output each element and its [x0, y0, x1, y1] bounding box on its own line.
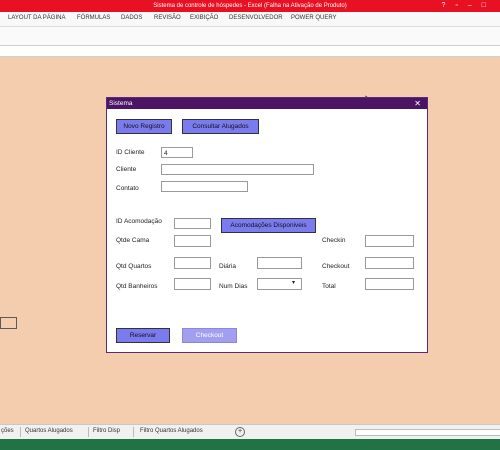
total-field[interactable]	[365, 278, 414, 290]
sheet-tabs-bar: ções Quartos Alugados Filtro Disp Filtro…	[0, 424, 500, 439]
ribbon-tabs: LAYOUT DA PÁGINA FÓRMULAS DADOS REVISÃO …	[0, 12, 500, 27]
help-icon[interactable]: ?	[441, 2, 455, 9]
sheet-tab-quartos-alugados[interactable]: Quartos Alugados	[25, 428, 73, 434]
diaria-field[interactable]	[257, 257, 302, 269]
num-dias-select[interactable]	[257, 278, 302, 290]
qtd-banheiros-label: Qtd Banheiros	[116, 283, 158, 290]
num-dias-label: Num Dias	[219, 283, 248, 290]
sheet-tab-divider	[20, 427, 21, 437]
sheet-tab-filtro-disp[interactable]: Filtro Disp	[93, 428, 120, 434]
selected-cell[interactable]	[0, 317, 17, 329]
qtde-cama-field[interactable]	[174, 235, 211, 247]
userform-dialog: Sistema ✕ Novo Registro Consultar Alugad…	[106, 97, 428, 353]
chevron-down-icon[interactable]: ▾	[292, 279, 295, 286]
tab-exibicao[interactable]: EXIBIÇÃO	[190, 15, 218, 21]
close-icon[interactable]: ✕	[414, 98, 421, 109]
window-controls[interactable]: ?▫–□	[441, 0, 496, 12]
tab-layout-da-pagina[interactable]: LAYOUT DA PÁGINA	[8, 15, 65, 21]
sheet-tab-divider	[133, 427, 134, 437]
cliente-field[interactable]	[161, 164, 314, 175]
window-titlebar: Sistema de controle de hóspedes - Excel …	[0, 0, 500, 12]
id-acomodacao-field[interactable]	[174, 218, 211, 229]
id-cliente-field[interactable]: 4	[161, 147, 193, 158]
maximize-icon[interactable]: □	[482, 2, 496, 9]
formula-bar[interactable]	[0, 46, 500, 57]
tab-dados[interactable]: DADOS	[121, 15, 142, 21]
acomodacoes-disponiveis-button[interactable]: Acomodações Disponiveis	[221, 218, 316, 233]
checkout-field[interactable]	[365, 257, 414, 269]
sheet-tab-locacoes[interactable]: ções	[1, 428, 14, 434]
checkout-label: Checkout	[322, 263, 350, 270]
restore-icon[interactable]: ▫	[455, 2, 467, 9]
minimize-icon[interactable]: –	[468, 2, 482, 9]
dialog-titlebar: Sistema ✕	[107, 98, 427, 109]
qtd-quartos-label: Qtd Quartos	[116, 263, 152, 270]
checkin-label: Checkin	[322, 237, 346, 244]
horizontal-scrollbar[interactable]	[355, 429, 500, 436]
reservar-button[interactable]: Reservar	[116, 328, 170, 343]
cliente-label: Cliente	[116, 166, 137, 173]
qtd-quartos-field[interactable]	[174, 257, 211, 269]
id-acomodacao-label: ID Acomodação	[116, 218, 162, 225]
tab-desenvolvedor[interactable]: DESENVOLVEDOR	[229, 15, 283, 21]
window-title: Sistema de controle de hóspedes - Excel …	[153, 3, 347, 9]
contato-label: Contato	[116, 185, 139, 192]
status-bar	[0, 439, 500, 450]
sheet-tab-filtro-quartos-alugados[interactable]: Filtro Quartos Alugados	[140, 428, 203, 434]
total-label: Total	[322, 283, 336, 290]
id-cliente-label: ID Cliente	[116, 149, 145, 156]
qtd-banheiros-field[interactable]	[174, 278, 211, 290]
dialog-title: Sistema	[109, 100, 133, 107]
ribbon-body	[0, 27, 500, 46]
tab-power-query[interactable]: POWER QUERY	[291, 15, 337, 21]
qtde-cama-label: Qtde Cama	[116, 237, 150, 244]
tab-revisao[interactable]: REVISÃO	[154, 15, 181, 21]
contato-field[interactable]	[161, 181, 248, 192]
checkin-field[interactable]	[365, 235, 414, 247]
checkout-button[interactable]: Checkout	[182, 328, 237, 343]
novo-registro-button[interactable]: Novo Registro	[116, 119, 172, 134]
tab-formulas[interactable]: FÓRMULAS	[77, 15, 110, 21]
sheet-tab-divider	[88, 427, 89, 437]
diaria-label: Diária	[219, 263, 236, 270]
add-sheet-icon[interactable]: +	[235, 427, 245, 437]
consultar-alugados-button[interactable]: Consultar Alugados	[182, 119, 259, 134]
